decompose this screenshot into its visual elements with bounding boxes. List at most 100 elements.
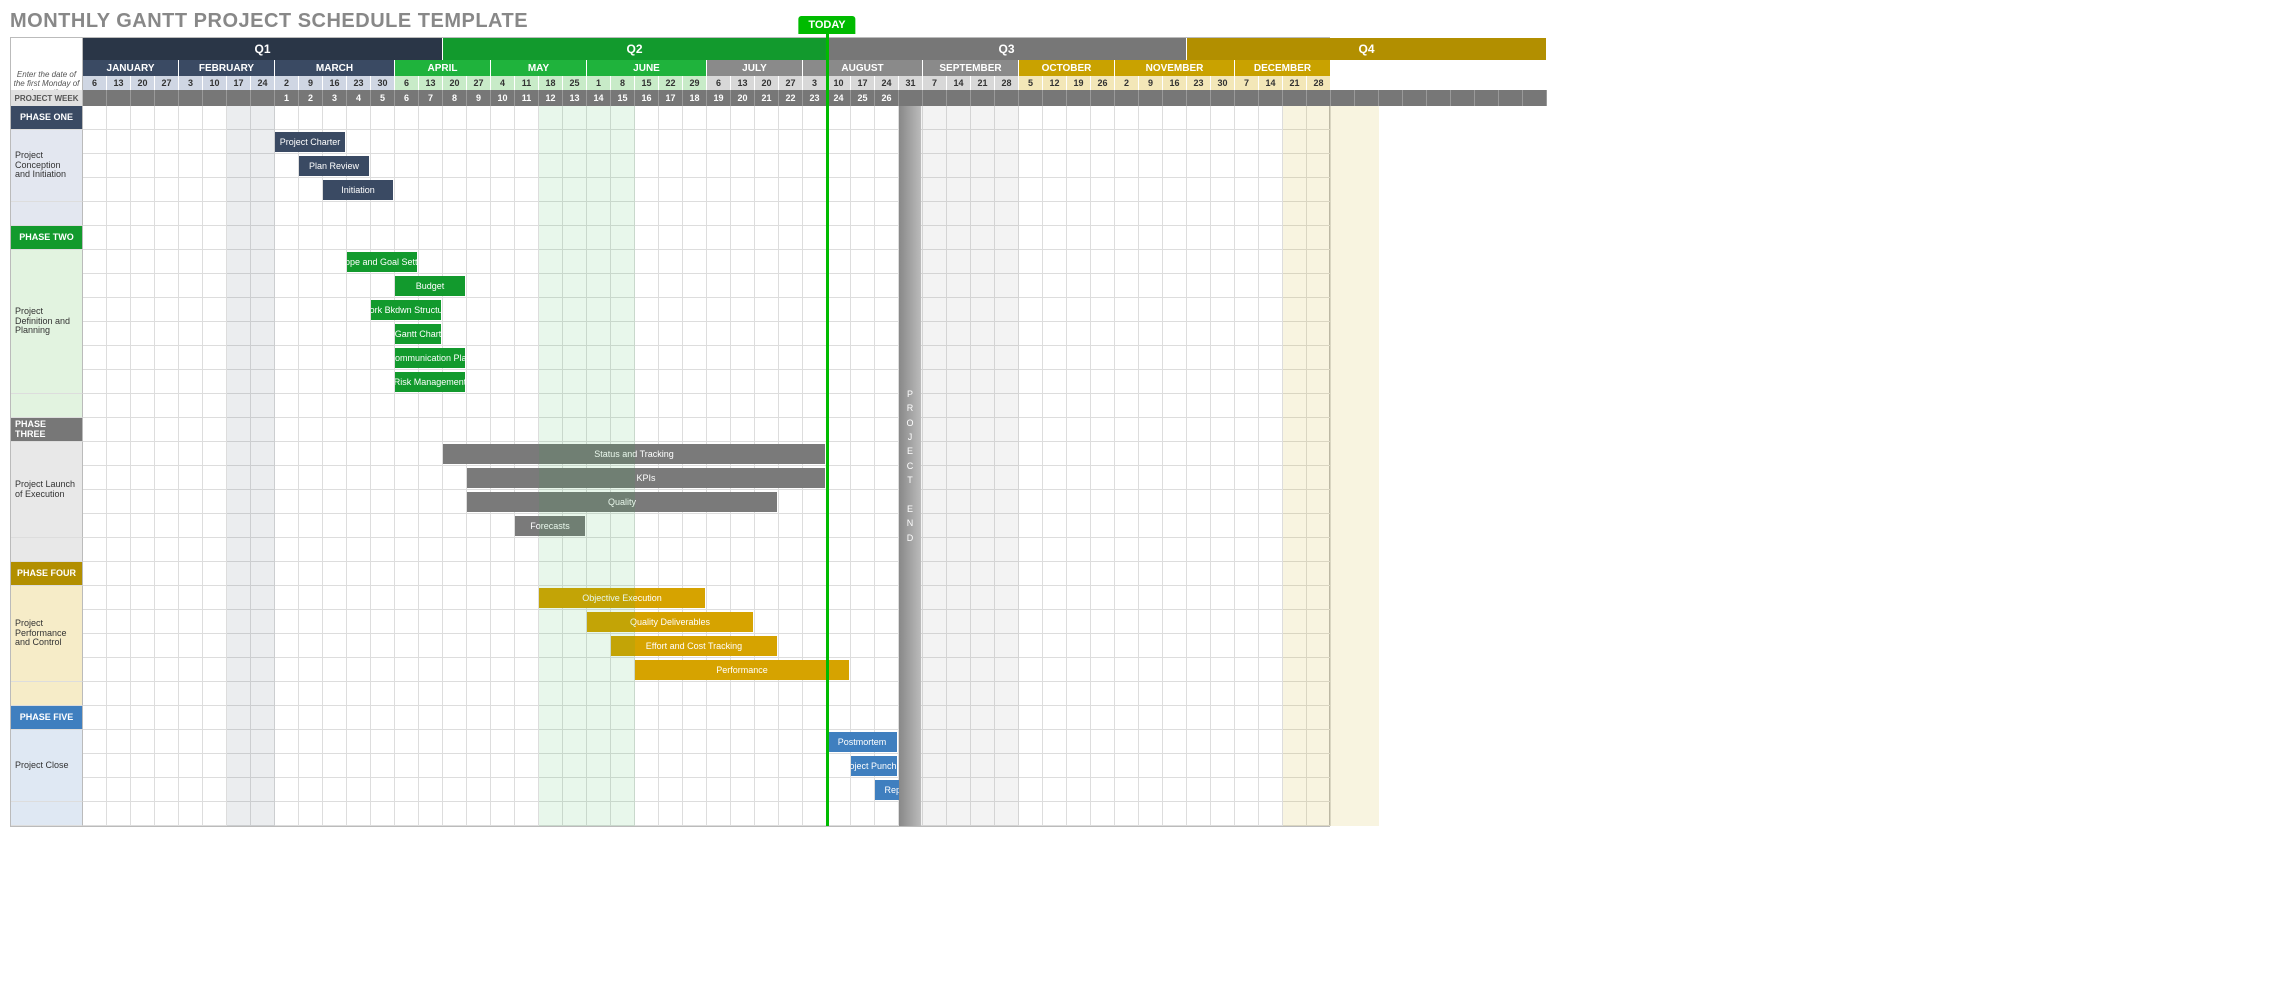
gantt-bar[interactable]: KPIs bbox=[467, 468, 825, 488]
grid-cell bbox=[443, 250, 467, 274]
grid-cell bbox=[1259, 490, 1283, 514]
gantt-bar[interactable]: Performance bbox=[635, 660, 849, 680]
grid-cell bbox=[731, 562, 755, 586]
grid-cell bbox=[107, 226, 131, 250]
grid-cell bbox=[275, 298, 299, 322]
gantt-bar[interactable]: Objective Execution bbox=[539, 588, 705, 608]
grid-cell bbox=[1235, 730, 1259, 754]
grid-cell bbox=[683, 202, 707, 226]
grid-cell bbox=[1019, 562, 1043, 586]
grid-cell bbox=[1115, 538, 1139, 562]
gantt-bar[interactable]: Work Bkdwn Structure bbox=[371, 300, 441, 320]
grid-cell bbox=[1019, 298, 1043, 322]
month-header: JULY bbox=[707, 60, 803, 76]
grid-cell bbox=[1211, 706, 1235, 730]
grid-cell bbox=[899, 706, 923, 730]
grid-cell bbox=[323, 586, 347, 610]
gantt-bar[interactable]: Report bbox=[875, 780, 921, 800]
grid-cell bbox=[875, 634, 899, 658]
grid-cell bbox=[83, 538, 107, 562]
grid-cell bbox=[635, 706, 659, 730]
grid-cell bbox=[635, 538, 659, 562]
grid-cell bbox=[1211, 634, 1235, 658]
grid-cell bbox=[347, 658, 371, 682]
grid-cell bbox=[923, 490, 947, 514]
grid-cell bbox=[131, 178, 155, 202]
month-header-row: JANUARYFEBRUARYMARCHAPRILMAYJUNEJULYAUGU… bbox=[11, 60, 1329, 76]
grid-cell bbox=[515, 106, 539, 130]
grid-cell bbox=[779, 778, 803, 802]
grid-cell bbox=[155, 682, 179, 706]
gantt-bar[interactable]: Scope and Goal Setting bbox=[347, 252, 417, 272]
grid-cell bbox=[251, 538, 275, 562]
grid-cell bbox=[1139, 226, 1163, 250]
grid-cell bbox=[443, 538, 467, 562]
grid-cell bbox=[515, 394, 539, 418]
grid-cell bbox=[1115, 346, 1139, 370]
grid-cell bbox=[1043, 586, 1067, 610]
gantt-bar[interactable]: Project Charter bbox=[275, 132, 345, 152]
grid-cell bbox=[899, 538, 923, 562]
gantt-bar[interactable]: Gantt Chart bbox=[395, 324, 441, 344]
grid-cell bbox=[1067, 202, 1091, 226]
grid-cell bbox=[1067, 154, 1091, 178]
day-header: 9 bbox=[1139, 76, 1163, 90]
grid-cell bbox=[1283, 130, 1307, 154]
grid-cell bbox=[131, 706, 155, 730]
grid-cell bbox=[851, 466, 875, 490]
grid-cell bbox=[323, 346, 347, 370]
grid-cell bbox=[251, 682, 275, 706]
grid-cell bbox=[923, 202, 947, 226]
grid-cell bbox=[443, 706, 467, 730]
grid-cell bbox=[995, 610, 1019, 634]
gantt-bar[interactable]: Forecasts bbox=[515, 516, 585, 536]
project-week-cell bbox=[227, 90, 251, 106]
gantt-bar[interactable]: Initiation bbox=[323, 180, 393, 200]
grid-cell bbox=[443, 562, 467, 586]
gantt-bar[interactable]: Postmortem bbox=[827, 732, 897, 752]
grid-cell bbox=[299, 754, 323, 778]
gantt-bar[interactable]: Effort and Cost Tracking bbox=[611, 636, 777, 656]
grid-cell bbox=[755, 106, 779, 130]
gantt-bar[interactable]: Communication Plan bbox=[395, 348, 465, 368]
grid-cell bbox=[1307, 466, 1331, 490]
grid-cell bbox=[515, 706, 539, 730]
grid-cell bbox=[203, 706, 227, 730]
grid-cell bbox=[659, 178, 683, 202]
gantt-bar[interactable]: Quality bbox=[467, 492, 777, 512]
grid-cell bbox=[203, 346, 227, 370]
day-header: 13 bbox=[419, 76, 443, 90]
day-header: 17 bbox=[851, 76, 875, 90]
gantt-bar[interactable]: Plan Review bbox=[299, 156, 369, 176]
grid-cell bbox=[1307, 754, 1331, 778]
gantt-bar[interactable]: Quality Deliverables bbox=[587, 612, 753, 632]
gantt-bar[interactable]: Risk Management bbox=[395, 372, 465, 392]
grid-cell bbox=[563, 610, 587, 634]
grid-cell bbox=[1091, 658, 1115, 682]
grid-cell bbox=[83, 610, 107, 634]
grid-cell bbox=[1235, 778, 1259, 802]
gantt-bar[interactable]: Project Punchlist bbox=[851, 756, 897, 776]
grid-cell bbox=[179, 226, 203, 250]
grid-cell bbox=[899, 370, 923, 394]
month-header: APRIL bbox=[395, 60, 491, 76]
grid-cell bbox=[227, 346, 251, 370]
grid-cell bbox=[899, 154, 923, 178]
project-week-label: PROJECT WEEK bbox=[11, 90, 83, 106]
grid-cell bbox=[491, 202, 515, 226]
grid-cell bbox=[515, 634, 539, 658]
grid-cell bbox=[539, 202, 563, 226]
grid-cell bbox=[995, 682, 1019, 706]
grid-cell bbox=[1163, 154, 1187, 178]
gantt-bar[interactable]: Status and Tracking bbox=[443, 444, 825, 464]
grid-cell bbox=[1283, 274, 1307, 298]
grid-cell bbox=[971, 634, 995, 658]
grid-cell bbox=[1163, 682, 1187, 706]
project-week-cell: 23 bbox=[803, 90, 827, 106]
grid-cell bbox=[1139, 562, 1163, 586]
grid-cell bbox=[1139, 418, 1163, 442]
grid-cell bbox=[635, 346, 659, 370]
grid-cell bbox=[731, 370, 755, 394]
gantt-bar[interactable]: Budget bbox=[395, 276, 465, 296]
grid-cell bbox=[875, 802, 899, 826]
